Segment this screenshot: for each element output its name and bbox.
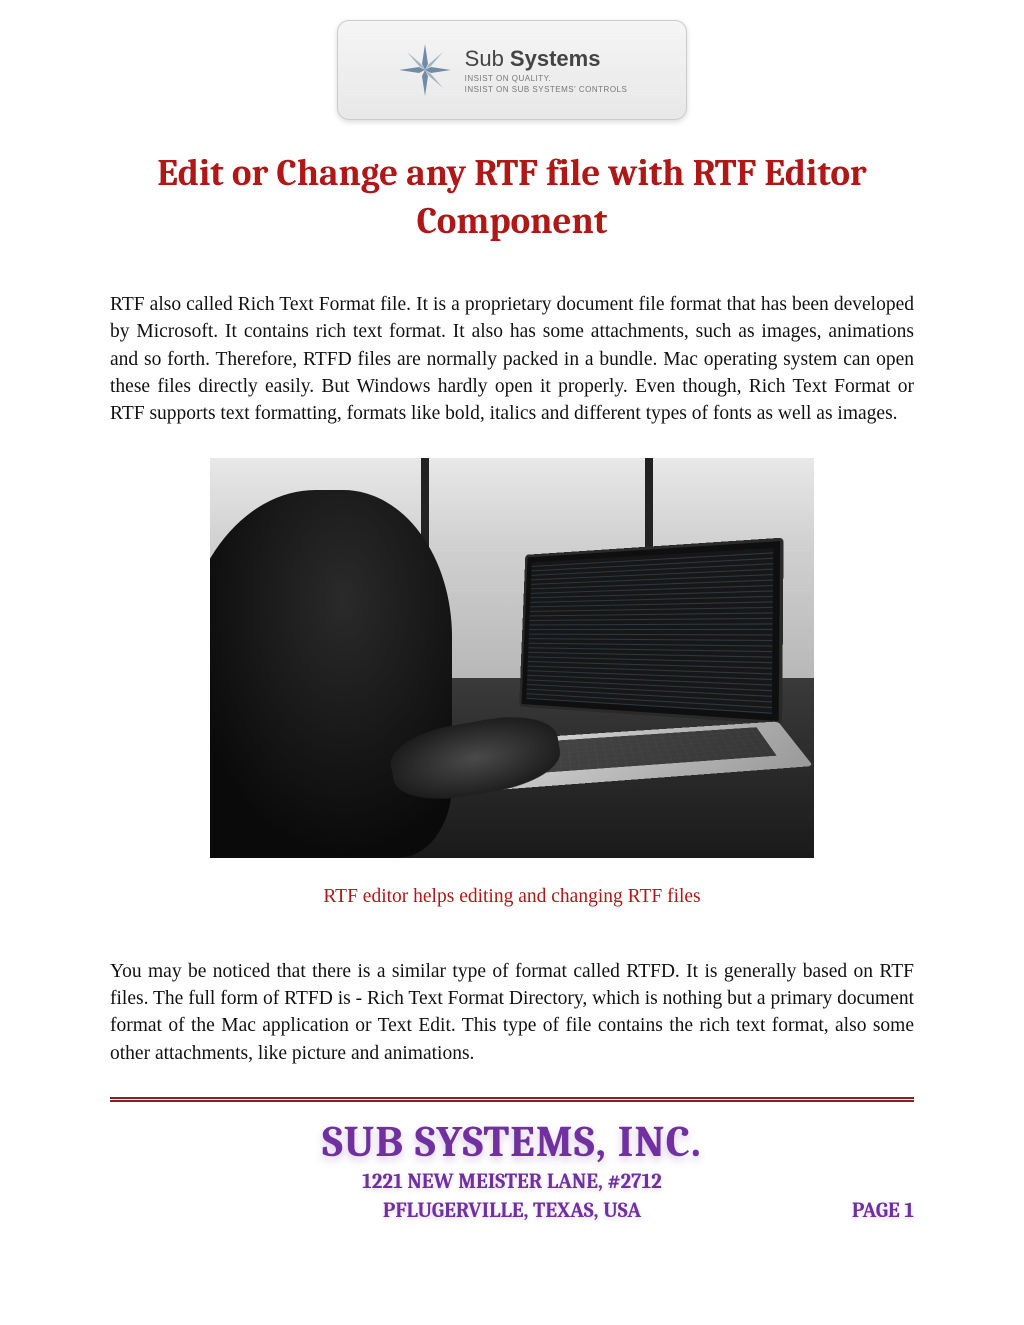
brand-name: Sub Systems <box>465 46 628 72</box>
paragraph-1: RTF also called Rich Text Format file. I… <box>110 291 914 427</box>
laptop-photo <box>210 458 814 858</box>
page-title: Edit or Change any RTF file with RTF Edi… <box>110 150 914 246</box>
page-number: PAGE 1 <box>852 1199 914 1223</box>
figure-caption: RTF editor helps editing and changing RT… <box>110 886 914 908</box>
footer-divider <box>110 1097 914 1102</box>
figure-container <box>110 458 914 858</box>
footer-address-2: PFLUGERVILLE, TEXAS, USA <box>110 1198 914 1225</box>
brand-prefix: Sub <box>465 46 510 71</box>
company-logo: Sub Systems INSIST ON QUALITY. INSIST ON… <box>337 20 687 120</box>
page-footer: SUB SYSTEMS, INC. 1221 NEW MEISTER LANE,… <box>110 1116 914 1246</box>
brand-bold: Systems <box>510 46 601 71</box>
document-page: Sub Systems INSIST ON QUALITY. INSIST ON… <box>0 0 1024 1245</box>
paragraph-2: You may be noticed that there is a simil… <box>110 958 914 1067</box>
logo-text: Sub Systems INSIST ON QUALITY. INSIST ON… <box>465 46 628 94</box>
logo-container: Sub Systems INSIST ON QUALITY. INSIST ON… <box>110 20 914 120</box>
tagline-2: INSIST ON SUB SYSTEMS' CONTROLS <box>465 85 628 94</box>
tagline-1: INSIST ON QUALITY. <box>465 74 628 83</box>
footer-company: SUB SYSTEMS, INC. <box>110 1116 914 1167</box>
star-icon <box>397 42 453 98</box>
footer-address-1: 1221 NEW MEISTER LANE, #2712 <box>110 1169 914 1196</box>
